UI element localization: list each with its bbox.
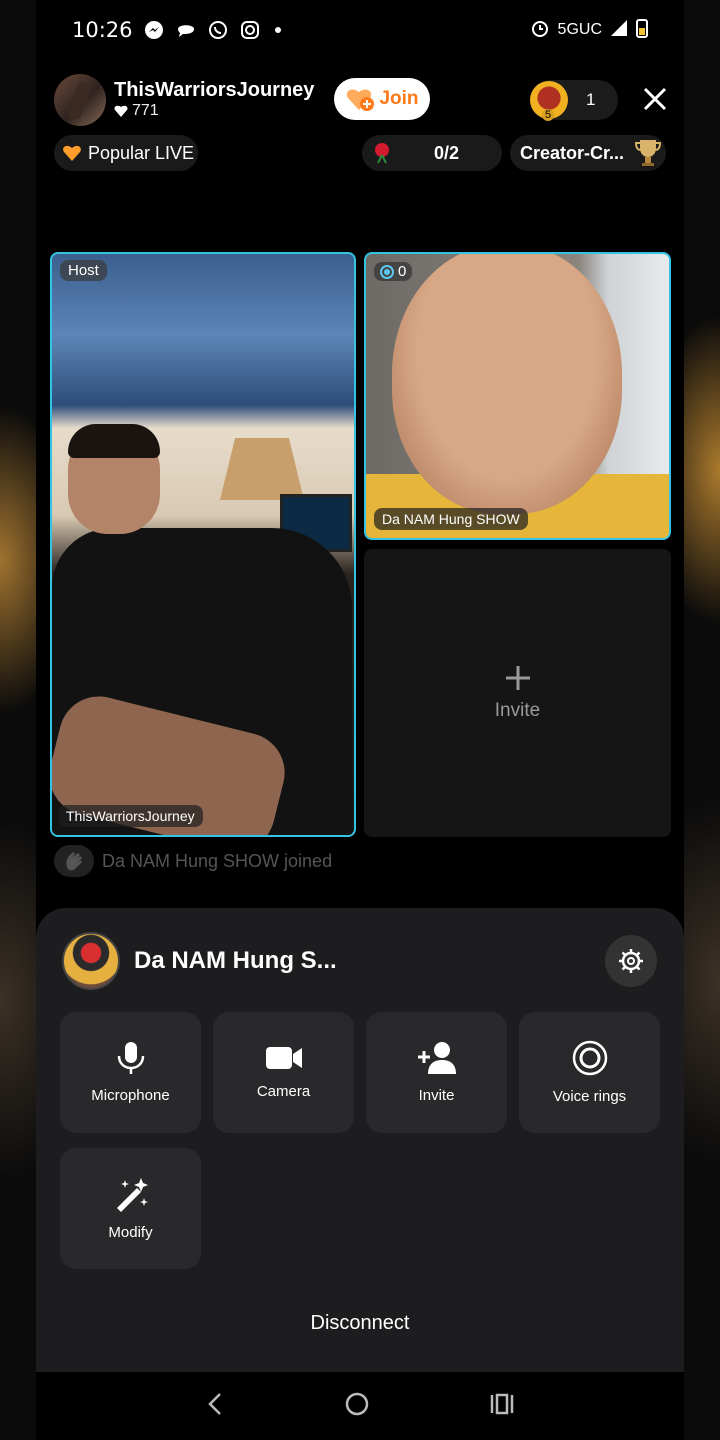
invite-slot-label: Invite bbox=[494, 700, 541, 721]
guest-name-tag: Da NAM Hung SHOW bbox=[374, 508, 528, 530]
guest-counter-icon bbox=[380, 264, 394, 279]
magic-wand-icon bbox=[116, 1178, 148, 1212]
notification-icons bbox=[143, 19, 281, 41]
host-info: ThisWarriorsJourney 771 bbox=[114, 79, 314, 121]
invite-label: Invite bbox=[418, 1087, 455, 1104]
viewer-list[interactable]: 5 1 bbox=[530, 80, 618, 121]
microphone-label: Microphone bbox=[91, 1087, 170, 1104]
add-user-icon bbox=[417, 1042, 456, 1074]
guest-counter-value: 0 bbox=[398, 263, 407, 280]
guest-video-tile[interactable]: 0 Da NAM Hung SHOW bbox=[364, 252, 671, 540]
voice-rings-icon bbox=[572, 1040, 607, 1076]
joined-message: Da NAM Hung SHOW joined bbox=[54, 845, 332, 877]
guest-face bbox=[392, 254, 622, 514]
recents-icon bbox=[490, 1393, 513, 1414]
joined-text: Da NAM Hung SHOW joined bbox=[102, 850, 333, 871]
disconnect-button[interactable]: Disconnect bbox=[36, 1312, 684, 1335]
rose-icon bbox=[375, 143, 389, 164]
camera-label: Camera bbox=[256, 1083, 311, 1100]
host-name-tag: ThisWarriorsJourney bbox=[58, 805, 203, 827]
close-icon bbox=[643, 87, 667, 111]
system-status: 5GUC bbox=[530, 18, 648, 43]
popular-heart-icon bbox=[63, 145, 81, 161]
trophy-icon bbox=[635, 140, 662, 166]
viewer-count: 1 bbox=[586, 90, 596, 109]
wave-icon bbox=[54, 845, 94, 877]
more-notifications-dot bbox=[274, 27, 281, 33]
guest-controls-sheet: Da NAM Hung S... Microphone Camera Invit… bbox=[36, 908, 684, 1372]
plus-icon bbox=[505, 666, 530, 690]
camera-button[interactable]: Camera bbox=[213, 1012, 354, 1133]
host-name: ThisWarriorsJourney bbox=[114, 79, 315, 101]
back-icon bbox=[208, 1392, 222, 1415]
voice-rings-label: Voice rings bbox=[552, 1088, 627, 1105]
network-label: 5GUC bbox=[557, 21, 602, 38]
heart-icon bbox=[114, 105, 128, 117]
gift-goal-count: 0/2 bbox=[434, 142, 460, 163]
sheet-header: Da NAM Hung S... bbox=[62, 932, 337, 990]
join-label: Join bbox=[379, 88, 419, 109]
recents-button[interactable] bbox=[489, 1393, 515, 1420]
host-video-tile[interactable]: Host ThisWarriorsJourney bbox=[50, 252, 356, 837]
status-bar: 10:26 5GUC bbox=[36, 0, 684, 60]
battery-icon bbox=[636, 18, 648, 43]
microphone-button[interactable]: Microphone bbox=[60, 1012, 201, 1133]
join-button[interactable]: Join bbox=[334, 78, 430, 120]
alarm-icon bbox=[530, 18, 550, 43]
host-tag: Host bbox=[60, 260, 107, 281]
back-button[interactable] bbox=[205, 1392, 225, 1421]
signal-icon bbox=[610, 19, 628, 42]
gear-icon bbox=[619, 949, 643, 973]
home-button[interactable] bbox=[344, 1391, 370, 1422]
whatsapp-icon bbox=[207, 19, 229, 41]
clock: 10:26 bbox=[72, 18, 133, 42]
microphone-icon bbox=[117, 1042, 144, 1074]
sheet-title: Da NAM Hung S... bbox=[134, 947, 337, 974]
chat-icon bbox=[175, 19, 197, 41]
instagram-icon bbox=[239, 19, 261, 41]
creator-chip[interactable]: Creator-Cr... bbox=[510, 135, 666, 171]
viewer-rank-badge: 5 bbox=[542, 109, 555, 121]
guest-avatar[interactable] bbox=[62, 932, 120, 990]
host-avatar[interactable] bbox=[54, 74, 106, 126]
modify-button[interactable]: Modify bbox=[60, 1148, 201, 1269]
settings-button[interactable] bbox=[605, 935, 657, 987]
voice-rings-button[interactable]: Voice rings bbox=[519, 1012, 660, 1133]
host-hair bbox=[68, 424, 160, 458]
system-nav-bar bbox=[36, 1372, 684, 1440]
invite-button[interactable]: Invite bbox=[366, 1012, 507, 1133]
gift-goal-chip[interactable]: 0/2 bbox=[362, 135, 502, 171]
close-button[interactable] bbox=[636, 80, 674, 118]
likes-count: 771 bbox=[132, 102, 159, 119]
creator-label: Creator-Cr... bbox=[520, 142, 625, 163]
modify-label: Modify bbox=[108, 1224, 153, 1241]
popular-live-chip[interactable]: Popular LIVE bbox=[54, 135, 198, 171]
join-heart-icon bbox=[347, 89, 375, 111]
host-person bbox=[52, 424, 352, 835]
guest-gift-counter: 0 bbox=[374, 262, 413, 281]
invite-slot[interactable]: Invite bbox=[364, 549, 671, 837]
home-icon bbox=[345, 1392, 369, 1415]
popular-live-label: Popular LIVE bbox=[88, 142, 195, 163]
camera-icon bbox=[265, 1047, 302, 1069]
host-likes: 771 bbox=[114, 101, 314, 121]
top-viewer-avatar[interactable]: 5 bbox=[530, 81, 568, 121]
messenger-icon bbox=[143, 19, 165, 41]
